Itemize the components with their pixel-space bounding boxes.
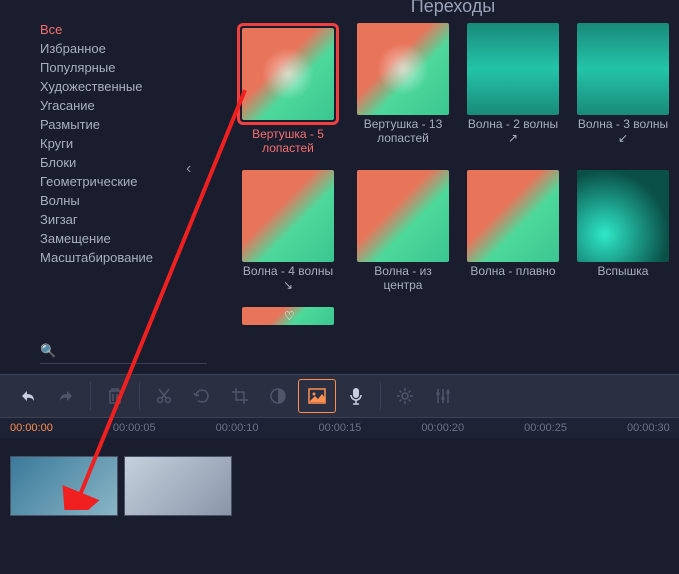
transition-thumb: [577, 23, 669, 115]
heart-icon: ♡: [284, 309, 295, 323]
transition-thumb: [242, 28, 334, 120]
ruler-tick: 00:00:15: [318, 422, 361, 434]
transition-item[interactable]: Волна - из центра: [357, 170, 449, 293]
category-blocks[interactable]: Блоки: [40, 153, 207, 172]
transition-label: Волна - из центра: [357, 264, 449, 293]
category-geometric[interactable]: Геометрические: [40, 172, 207, 191]
transition-label: Волна - плавно: [470, 264, 555, 278]
category-circles[interactable]: Круги: [40, 134, 207, 153]
ruler-tick: 00:00:30: [627, 422, 670, 434]
category-replace[interactable]: Замещение: [40, 229, 207, 248]
ruler-tick: 00:00:00: [10, 422, 53, 434]
transition-thumb: ♡: [242, 307, 334, 325]
transition-label: Вспышка: [598, 264, 649, 278]
transition-item[interactable]: Вспышка: [577, 170, 669, 293]
category-all[interactable]: Все: [40, 20, 207, 39]
timeline-ruler[interactable]: 00:00:00 00:00:05 00:00:10 00:00:15 00:0…: [0, 418, 679, 438]
ruler-tick: 00:00:10: [216, 422, 259, 434]
category-popular[interactable]: Популярные: [40, 58, 207, 77]
category-zoom[interactable]: Масштабирование: [40, 248, 207, 267]
undo-button[interactable]: [10, 380, 46, 412]
color-adjust-button[interactable]: [260, 380, 296, 412]
cut-button[interactable]: [146, 380, 182, 412]
transition-item[interactable]: Волна - 4 волны ↘: [237, 170, 339, 293]
transition-label: Вертушка - 13 лопастей: [357, 117, 449, 146]
transitions-panel: Переходы Вертушка - 5 лопастей Вертушка …: [217, 0, 679, 374]
transition-thumb: [577, 170, 669, 262]
category-waves[interactable]: Волны: [40, 191, 207, 210]
image-button[interactable]: [298, 379, 336, 413]
transition-thumb: [467, 23, 559, 115]
collapse-sidebar-button[interactable]: ‹: [186, 160, 191, 178]
redo-button[interactable]: [48, 380, 84, 412]
category-fade[interactable]: Угасание: [40, 96, 207, 115]
category-zigzag[interactable]: Зигзаг: [40, 210, 207, 229]
ruler-tick: 00:00:25: [524, 422, 567, 434]
mic-button[interactable]: [338, 380, 374, 412]
transition-label: Волна - 3 волны ↙: [577, 117, 669, 146]
search-icon: 🔍: [40, 343, 56, 359]
settings-button[interactable]: [387, 380, 423, 412]
crop-button[interactable]: [222, 380, 258, 412]
toolbar: [0, 374, 679, 418]
rotate-button[interactable]: [184, 380, 220, 412]
transition-thumb: [467, 170, 559, 262]
ruler-tick: 00:00:05: [113, 422, 156, 434]
equalizer-button[interactable]: [425, 380, 461, 412]
category-favorites[interactable]: Избранное: [40, 39, 207, 58]
delete-button[interactable]: [97, 380, 133, 412]
transition-item[interactable]: Волна - плавно: [467, 170, 559, 293]
transition-item[interactable]: ♡: [237, 307, 339, 325]
timeline-clip[interactable]: [10, 456, 118, 516]
transition-thumb: [357, 170, 449, 262]
transition-item[interactable]: Волна - 2 волны ↗: [467, 23, 559, 156]
timeline-clip[interactable]: [124, 456, 232, 516]
transition-item[interactable]: Вертушка - 5 лопастей: [237, 23, 339, 156]
transition-thumb: [242, 170, 334, 262]
transition-thumb: [357, 23, 449, 115]
transition-item[interactable]: Волна - 3 волны ↙: [577, 23, 669, 156]
timeline[interactable]: [0, 438, 679, 534]
category-list: Все Избранное Популярные Художественные …: [40, 20, 207, 330]
transition-label: Волна - 2 волны ↗: [467, 117, 559, 146]
transition-item[interactable]: Вертушка - 13 лопастей: [357, 23, 449, 156]
transitions-grid: Вертушка - 5 лопастей Вертушка - 13 лопа…: [237, 23, 669, 325]
transition-label: Вертушка - 5 лопастей: [237, 127, 339, 156]
category-artistic[interactable]: Художественные: [40, 77, 207, 96]
transition-label: Волна - 4 волны ↘: [237, 264, 339, 293]
category-sidebar: Все Избранное Популярные Художественные …: [0, 0, 217, 374]
category-blur[interactable]: Размытие: [40, 115, 207, 134]
search-input[interactable]: [62, 342, 186, 359]
ruler-tick: 00:00:20: [421, 422, 464, 434]
search-box[interactable]: 🔍: [40, 338, 207, 364]
panel-title: Переходы: [237, 0, 669, 23]
